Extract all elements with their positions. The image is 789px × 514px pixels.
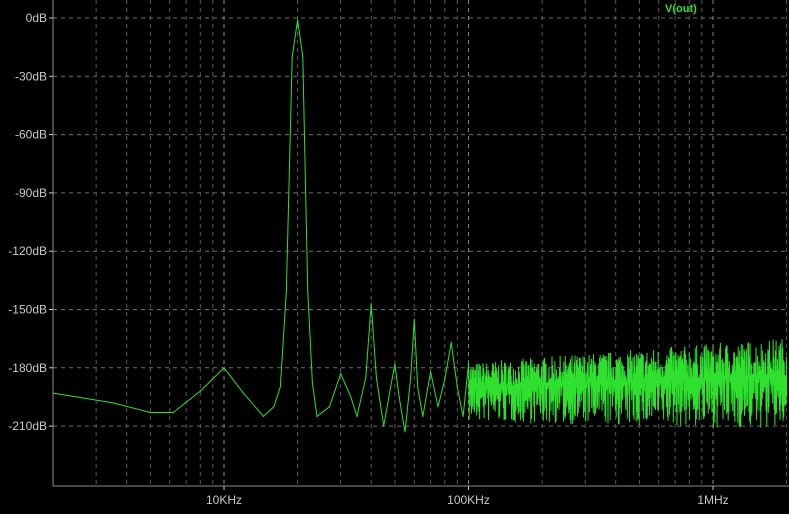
- data-point: [279, 386, 281, 388]
- data-point: [350, 396, 352, 398]
- data-point: [467, 363, 470, 365]
- y-tick-label: -150dB: [8, 303, 47, 317]
- data-point: [242, 392, 244, 394]
- x-tick-label: 1MHz: [697, 493, 728, 507]
- data-point: [262, 415, 265, 417]
- data-point: [417, 386, 419, 388]
- data-point: [172, 411, 174, 414]
- data-point: [370, 303, 372, 305]
- data-point: [430, 371, 432, 373]
- data-point: [383, 425, 385, 427]
- y-tick-label: 0dB: [26, 11, 47, 25]
- data-point: [444, 378, 446, 381]
- data-point: [316, 415, 318, 417]
- x-axis-ticks: 10KHz 100KHz 1MHz: [206, 486, 729, 507]
- data-point: [437, 406, 439, 408]
- y-tick-label: -60dB: [15, 128, 47, 142]
- y-tick-label: -180dB: [8, 361, 47, 375]
- data-point: [340, 373, 342, 375]
- data-point: [311, 382, 313, 384]
- y-axis-ticks: 0dB -30dB -60dB -90dB -120dB -150dB -180dB -210…: [8, 11, 53, 433]
- data-point: [390, 386, 392, 388]
- spectrum-plot: 0dB -30dB -60dB -90dB -120dB -150dB -180dB -210…: [8, 0, 789, 507]
- x-tick-label: 100KHz: [447, 493, 490, 507]
- data-point: [456, 386, 458, 388]
- data-point: [394, 363, 396, 365]
- data-point: [291, 56, 293, 58]
- data-point: [149, 411, 151, 414]
- data-point: [302, 56, 304, 58]
- y-tick-label: -210dB: [8, 419, 47, 433]
- data-point: [413, 318, 415, 320]
- data-point: [199, 390, 201, 392]
- data-point: [365, 376, 367, 379]
- data-point: [328, 406, 331, 408]
- data-point: [52, 392, 54, 394]
- data-point: [223, 367, 225, 369]
- data-point: [297, 19, 299, 21]
- data-point: [375, 376, 377, 379]
- data-point: [111, 402, 114, 404]
- data-point: [404, 431, 406, 433]
- data-point: [356, 415, 358, 417]
- legend-series-label[interactable]: V(out): [665, 3, 697, 15]
- data-point: [158, 411, 160, 414]
- data-point: [450, 341, 452, 344]
- data-point: [398, 396, 400, 398]
- y-tick-label: -30dB: [15, 69, 47, 83]
- data-point: [410, 376, 412, 379]
- data-point: [307, 289, 309, 291]
- data-point: [285, 289, 287, 291]
- y-tick-label: -120dB: [8, 244, 47, 258]
- data-point: [273, 406, 275, 408]
- data-point: [462, 415, 464, 417]
- data-point: [422, 415, 424, 417]
- plot-area: [53, 0, 789, 486]
- x-tick-label: 10KHz: [206, 493, 242, 507]
- y-tick-label: -90dB: [15, 186, 47, 200]
